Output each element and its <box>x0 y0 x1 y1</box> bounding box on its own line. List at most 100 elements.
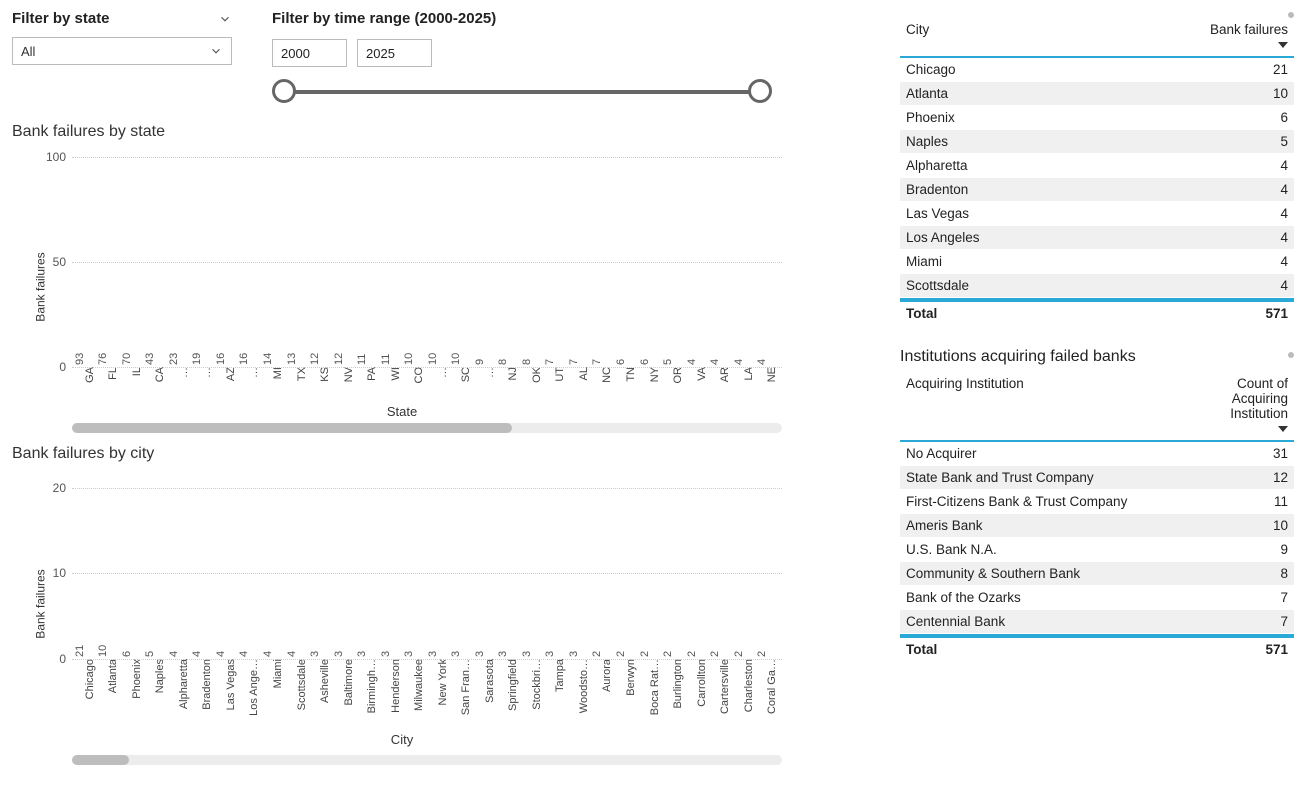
institution-cell: Ameris Bank <box>900 514 1176 538</box>
bar-value-label: 2 <box>709 651 721 657</box>
table-row[interactable]: State Bank and Trust Company12 <box>900 466 1294 490</box>
slider-handle-from[interactable] <box>272 79 296 103</box>
count-cell: 12 <box>1176 466 1294 490</box>
bar-category-label: Sarasota <box>482 659 496 703</box>
bar-category-label: … <box>246 367 260 378</box>
bar-category-label: Asheville <box>317 659 331 703</box>
city-chart-scroll-thumb[interactable] <box>72 755 129 765</box>
bar-value-label: 4 <box>215 651 227 657</box>
bar-category-label: … <box>435 367 449 378</box>
bar-category-label: NC <box>599 367 613 383</box>
institutions-table-footer: Total 571 <box>900 636 1294 662</box>
count-cell: 7 <box>1176 586 1294 610</box>
institution-cell: Bank of the Ozarks <box>900 586 1176 610</box>
institution-cell: U.S. Bank N.A. <box>900 538 1176 562</box>
bar-value-label: 8 <box>497 359 509 365</box>
count-cell: 5 <box>1117 130 1294 154</box>
bar-category-label: KS <box>317 367 331 382</box>
year-from-input[interactable]: 2000 <box>272 39 347 67</box>
bar-category-label: New York <box>435 659 449 705</box>
bar-category-label: LA <box>741 367 755 380</box>
bar-value-label: 4 <box>262 651 274 657</box>
bar-value-label: 7 <box>544 359 556 365</box>
time-range-slider[interactable] <box>272 79 772 105</box>
table-row[interactable]: Ameris Bank10 <box>900 514 1294 538</box>
bar-value-label: 16 <box>215 353 227 365</box>
table-row[interactable]: Centennial Bank7 <box>900 610 1294 634</box>
state-chart-scroll-thumb[interactable] <box>72 423 512 433</box>
y-tick: 50 <box>42 255 66 269</box>
count-cell: 11 <box>1176 490 1294 514</box>
bar-value-label: 2 <box>686 651 698 657</box>
bar-category-label: AL <box>576 367 590 380</box>
year-to-input[interactable]: 2025 <box>357 39 432 67</box>
institutions-header-name[interactable]: Acquiring Institution <box>900 372 1176 441</box>
institutions-header-count[interactable]: Count of Acquiring Institution <box>1176 372 1294 441</box>
chevron-down-icon <box>209 44 223 58</box>
table-row[interactable]: Chicago21 <box>900 57 1294 82</box>
filter-state-label[interactable]: Filter by state <box>12 10 232 27</box>
more-options-icon[interactable] <box>1288 352 1294 358</box>
more-options-icon[interactable] <box>1288 12 1294 18</box>
table-row[interactable]: Miami4 <box>900 250 1294 274</box>
slider-handle-to[interactable] <box>748 79 772 103</box>
table-row[interactable]: Bradenton4 <box>900 178 1294 202</box>
city-table-footer: Total 571 <box>900 300 1294 326</box>
city-chart-scrollbar[interactable] <box>72 755 782 765</box>
city-cell: Naples <box>900 130 1117 154</box>
bar-value-label: 2 <box>615 651 627 657</box>
bar-category-label: VA <box>694 367 708 381</box>
bar-value-label: 11 <box>356 354 368 365</box>
city-cell: Phoenix <box>900 106 1117 130</box>
institution-cell: First-Citizens Bank & Trust Company <box>900 490 1176 514</box>
bar-category-label: Boca Rat… <box>647 659 661 715</box>
state-chart-scrollbar[interactable] <box>72 423 782 433</box>
city-cell: Atlanta <box>900 82 1117 106</box>
bar-value-label: 3 <box>568 651 580 657</box>
bar-category-label: Carrollton <box>694 659 708 707</box>
bar-category-label: IL <box>129 367 143 376</box>
table-row[interactable]: U.S. Bank N.A.9 <box>900 538 1294 562</box>
table-row[interactable]: Community & Southern Bank8 <box>900 562 1294 586</box>
bar-category-label: Naples <box>152 659 166 693</box>
bar-value-label: 13 <box>286 353 298 365</box>
bar-category-label: CA <box>152 367 166 382</box>
table-row[interactable]: Scottsdale4 <box>900 274 1294 298</box>
city-table-header-city[interactable]: City <box>900 18 1117 57</box>
count-cell: 8 <box>1176 562 1294 586</box>
sort-desc-icon <box>1278 426 1288 432</box>
table-row[interactable]: No Acquirer31 <box>900 441 1294 466</box>
bar-value-label: 70 <box>121 353 133 365</box>
city-chart: Bank failures 21Chicago10Atlanta6Phoenix… <box>12 469 792 739</box>
bar-category-label: Coral Ga… <box>764 659 778 714</box>
y-tick: 0 <box>42 652 66 666</box>
bar-value-label: 10 <box>427 353 439 365</box>
bar-value-label: 6 <box>121 651 133 657</box>
bar-category-label: Alpharetta <box>176 659 190 709</box>
bar-value-label: 7 <box>568 359 580 365</box>
bar-value-label: 16 <box>238 353 250 365</box>
bar-value-label: 4 <box>709 359 721 365</box>
bar-category-label: TX <box>294 367 308 381</box>
table-row[interactable]: Bank of the Ozarks7 <box>900 586 1294 610</box>
table-row[interactable]: First-Citizens Bank & Trust Company11 <box>900 490 1294 514</box>
city-table-total-value: 571 <box>1117 301 1294 326</box>
bar-value-label: 76 <box>97 353 109 365</box>
table-row[interactable]: Phoenix6 <box>900 106 1294 130</box>
y-tick: 10 <box>42 566 66 580</box>
table-row[interactable]: Las Vegas4 <box>900 202 1294 226</box>
table-row[interactable]: Alpharetta4 <box>900 154 1294 178</box>
bar-category-label: Miami <box>270 659 284 688</box>
state-dropdown-value: All <box>21 44 35 59</box>
table-row[interactable]: Los Angeles4 <box>900 226 1294 250</box>
table-row[interactable]: Naples5 <box>900 130 1294 154</box>
count-cell: 4 <box>1117 226 1294 250</box>
state-dropdown[interactable]: All <box>12 37 232 65</box>
bar-value-label: 7 <box>591 359 603 365</box>
table-row[interactable]: Atlanta10 <box>900 82 1294 106</box>
institution-cell: Community & Southern Bank <box>900 562 1176 586</box>
city-table-header-count[interactable]: Bank failures <box>1117 18 1294 57</box>
bar-category-label: Scottsdale <box>294 659 308 710</box>
institution-cell: No Acquirer <box>900 441 1176 466</box>
bar-value-label: 12 <box>333 353 345 365</box>
